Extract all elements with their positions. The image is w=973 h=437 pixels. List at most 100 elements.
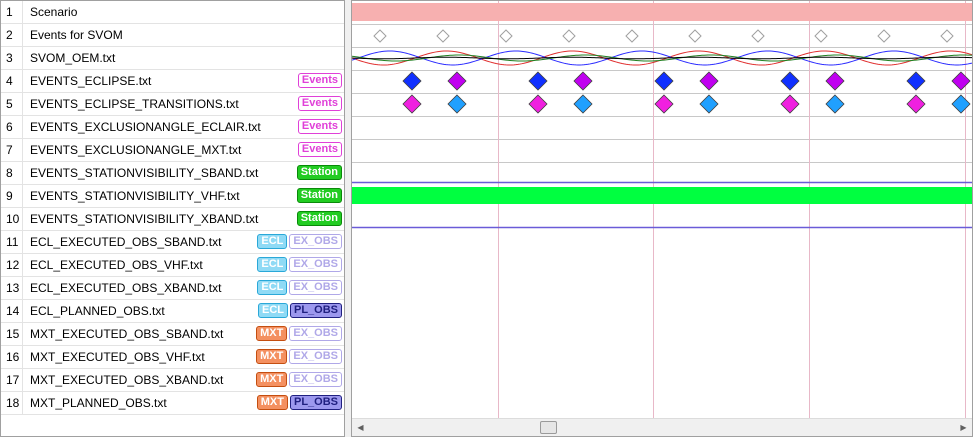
list-row[interactable]: 10 EVENTS_STATIONVISIBILITY_XBAND.txt Stat… <box>1 208 344 231</box>
row-number: 7 <box>1 139 23 161</box>
dataset-list: 1 Scenario 2 Events for SVOM 3 SVOM_OEM.txt 4 E… <box>0 0 345 437</box>
hollow-diamond-icon <box>625 29 639 43</box>
filled-diamond-icon <box>654 94 674 114</box>
hollow-diamond-icon <box>940 29 954 43</box>
events-badge: Events <box>297 142 342 157</box>
arrow-left-icon[interactable]: ◀ <box>352 419 369 436</box>
ecl-badge: ECL <box>257 280 288 295</box>
list-row[interactable]: 7 EVENTS_EXCLUSIONANGLE_MXT.txt Events <box>1 139 344 162</box>
row-number: 17 <box>1 369 23 391</box>
timeline-canvas[interactable] <box>352 1 972 419</box>
ecl-badge: ECL <box>257 257 288 272</box>
row-number: 13 <box>1 277 23 299</box>
filled-diamond-icon <box>402 94 422 114</box>
list-row[interactable]: 16 MXT_EXECUTED_OBS_VHF.txt MXT EX_OBS <box>1 346 344 369</box>
row-label: MXT_EXECUTED_OBS_SBAND.txt <box>30 327 224 341</box>
badge-group: Events <box>297 96 342 111</box>
list-row[interactable]: 5 EVENTS_ECLIPSE_TRANSITIONS.txt Events <box>1 93 344 116</box>
row-label: EVENTS_STATIONVISIBILITY_VHF.txt <box>30 189 240 203</box>
list-row[interactable]: 12 ECL_EXECUTED_OBS_VHF.txt ECL EX_OBS <box>1 254 344 277</box>
exobs-badge: EX_OBS <box>289 372 342 387</box>
badge-group: ECL EX_OBS <box>257 257 342 272</box>
filled-diamond-icon <box>825 71 845 91</box>
events-badge: Events <box>297 96 342 111</box>
badge-group: ECL PL_OBS <box>257 303 342 318</box>
exobs-badge: EX_OBS <box>289 257 342 272</box>
plobs-badge: PL_OBS <box>289 303 342 318</box>
row-label: EVENTS_ECLIPSE.txt <box>30 74 152 88</box>
events-badge: Events <box>297 73 342 88</box>
timeline-panel[interactable]: ◀ ▶ <box>351 0 973 437</box>
row-label: EVENTS_EXCLUSIONANGLE_ECLAIR.txt <box>30 120 261 134</box>
horizontal-scrollbar[interactable]: ◀ ▶ <box>352 418 972 436</box>
row-number: 4 <box>1 70 23 92</box>
list-row[interactable]: 11 ECL_EXECUTED_OBS_SBAND.txt ECL EX_OBS <box>1 231 344 254</box>
filled-diamond-icon <box>699 71 719 91</box>
station-badge: Station <box>296 188 342 203</box>
mxt-badge: MXT <box>256 326 288 341</box>
scenario-bar <box>352 3 972 21</box>
row-label: EVENTS_STATIONVISIBILITY_SBAND.txt <box>30 166 259 180</box>
filled-diamond-icon <box>780 71 800 91</box>
row-number: 3 <box>1 47 23 69</box>
list-row[interactable]: 15 MXT_EXECUTED_OBS_SBAND.txt MXT EX_OBS <box>1 323 344 346</box>
arrow-right-icon[interactable]: ▶ <box>955 419 972 436</box>
scrollbar-thumb[interactable] <box>539 421 557 434</box>
events-badge: Events <box>297 119 342 134</box>
row-number: 11 <box>1 231 23 253</box>
orbit-curve <box>352 56 972 60</box>
list-row[interactable]: 9 EVENTS_STATIONVISIBILITY_VHF.txt Station <box>1 185 344 208</box>
badge-group: ECL EX_OBS <box>257 280 342 295</box>
hollow-diamond-icon <box>499 29 513 43</box>
row-number: 10 <box>1 208 23 230</box>
list-row[interactable]: 3 SVOM_OEM.txt <box>1 47 344 70</box>
filled-diamond-icon <box>447 71 467 91</box>
badge-group: ECL EX_OBS <box>257 234 342 249</box>
row-number: 5 <box>1 93 23 115</box>
station-vhf-bar <box>352 187 972 204</box>
row-number: 1 <box>1 1 23 23</box>
exobs-badge: EX_OBS <box>289 349 342 364</box>
filled-diamond-icon <box>699 94 719 114</box>
hollow-diamond-icon <box>562 29 576 43</box>
list-row[interactable]: 13 ECL_EXECUTED_OBS_XBAND.txt ECL EX_OBS <box>1 277 344 300</box>
row-number: 8 <box>1 162 23 184</box>
row-label: Scenario <box>30 5 78 19</box>
row-label: EVENTS_STATIONVISIBILITY_XBAND.txt <box>30 212 259 226</box>
row-number: 12 <box>1 254 23 276</box>
list-row[interactable]: 6 EVENTS_EXCLUSIONANGLE_ECLAIR.txt Events <box>1 116 344 139</box>
hollow-diamond-icon <box>373 29 387 43</box>
exobs-badge: EX_OBS <box>289 280 342 295</box>
plobs-badge: PL_OBS <box>289 395 342 410</box>
row-label: Events for SVOM <box>30 28 123 42</box>
exobs-badge: EX_OBS <box>289 326 342 341</box>
list-row[interactable]: 2 Events for SVOM <box>1 24 344 47</box>
badge-group: Events <box>297 142 342 157</box>
badge-group: Station <box>296 188 342 203</box>
row-label: SVOM_OEM.txt <box>30 51 116 65</box>
badge-group: MXT EX_OBS <box>256 326 342 341</box>
list-row[interactable]: 8 EVENTS_STATIONVISIBILITY_SBAND.txt Stati… <box>1 162 344 185</box>
filled-diamond-icon <box>906 94 926 114</box>
list-row[interactable]: 17 MXT_EXECUTED_OBS_XBAND.txt MXT EX_OBS <box>1 369 344 392</box>
row-number: 2 <box>1 24 23 46</box>
badge-group: Station <box>296 165 342 180</box>
row-number: 6 <box>1 116 23 138</box>
list-row[interactable]: 1 Scenario <box>1 1 344 24</box>
row-label: ECL_EXECUTED_OBS_XBAND.txt <box>30 281 222 295</box>
list-row[interactable]: 14 ECL_PLANNED_OBS.txt ECL PL_OBS <box>1 300 344 323</box>
hollow-diamond-icon <box>436 29 450 43</box>
row-label: MXT_EXECUTED_OBS_XBAND.txt <box>30 373 224 387</box>
badge-group: Events <box>297 73 342 88</box>
filled-diamond-icon <box>906 71 926 91</box>
list-row[interactable]: 18 MXT_PLANNED_OBS.txt MXT PL_OBS <box>1 392 344 415</box>
row-label: ECL_EXECUTED_OBS_SBAND.txt <box>30 235 222 249</box>
filled-diamond-icon <box>447 94 467 114</box>
filled-diamond-icon <box>528 71 548 91</box>
row-number: 9 <box>1 185 23 207</box>
hollow-diamond-icon <box>877 29 891 43</box>
filled-diamond-icon <box>573 71 593 91</box>
row-label: ECL_PLANNED_OBS.txt <box>30 304 165 318</box>
list-row[interactable]: 4 EVENTS_ECLIPSE.txt Events <box>1 70 344 93</box>
row-number: 15 <box>1 323 23 345</box>
